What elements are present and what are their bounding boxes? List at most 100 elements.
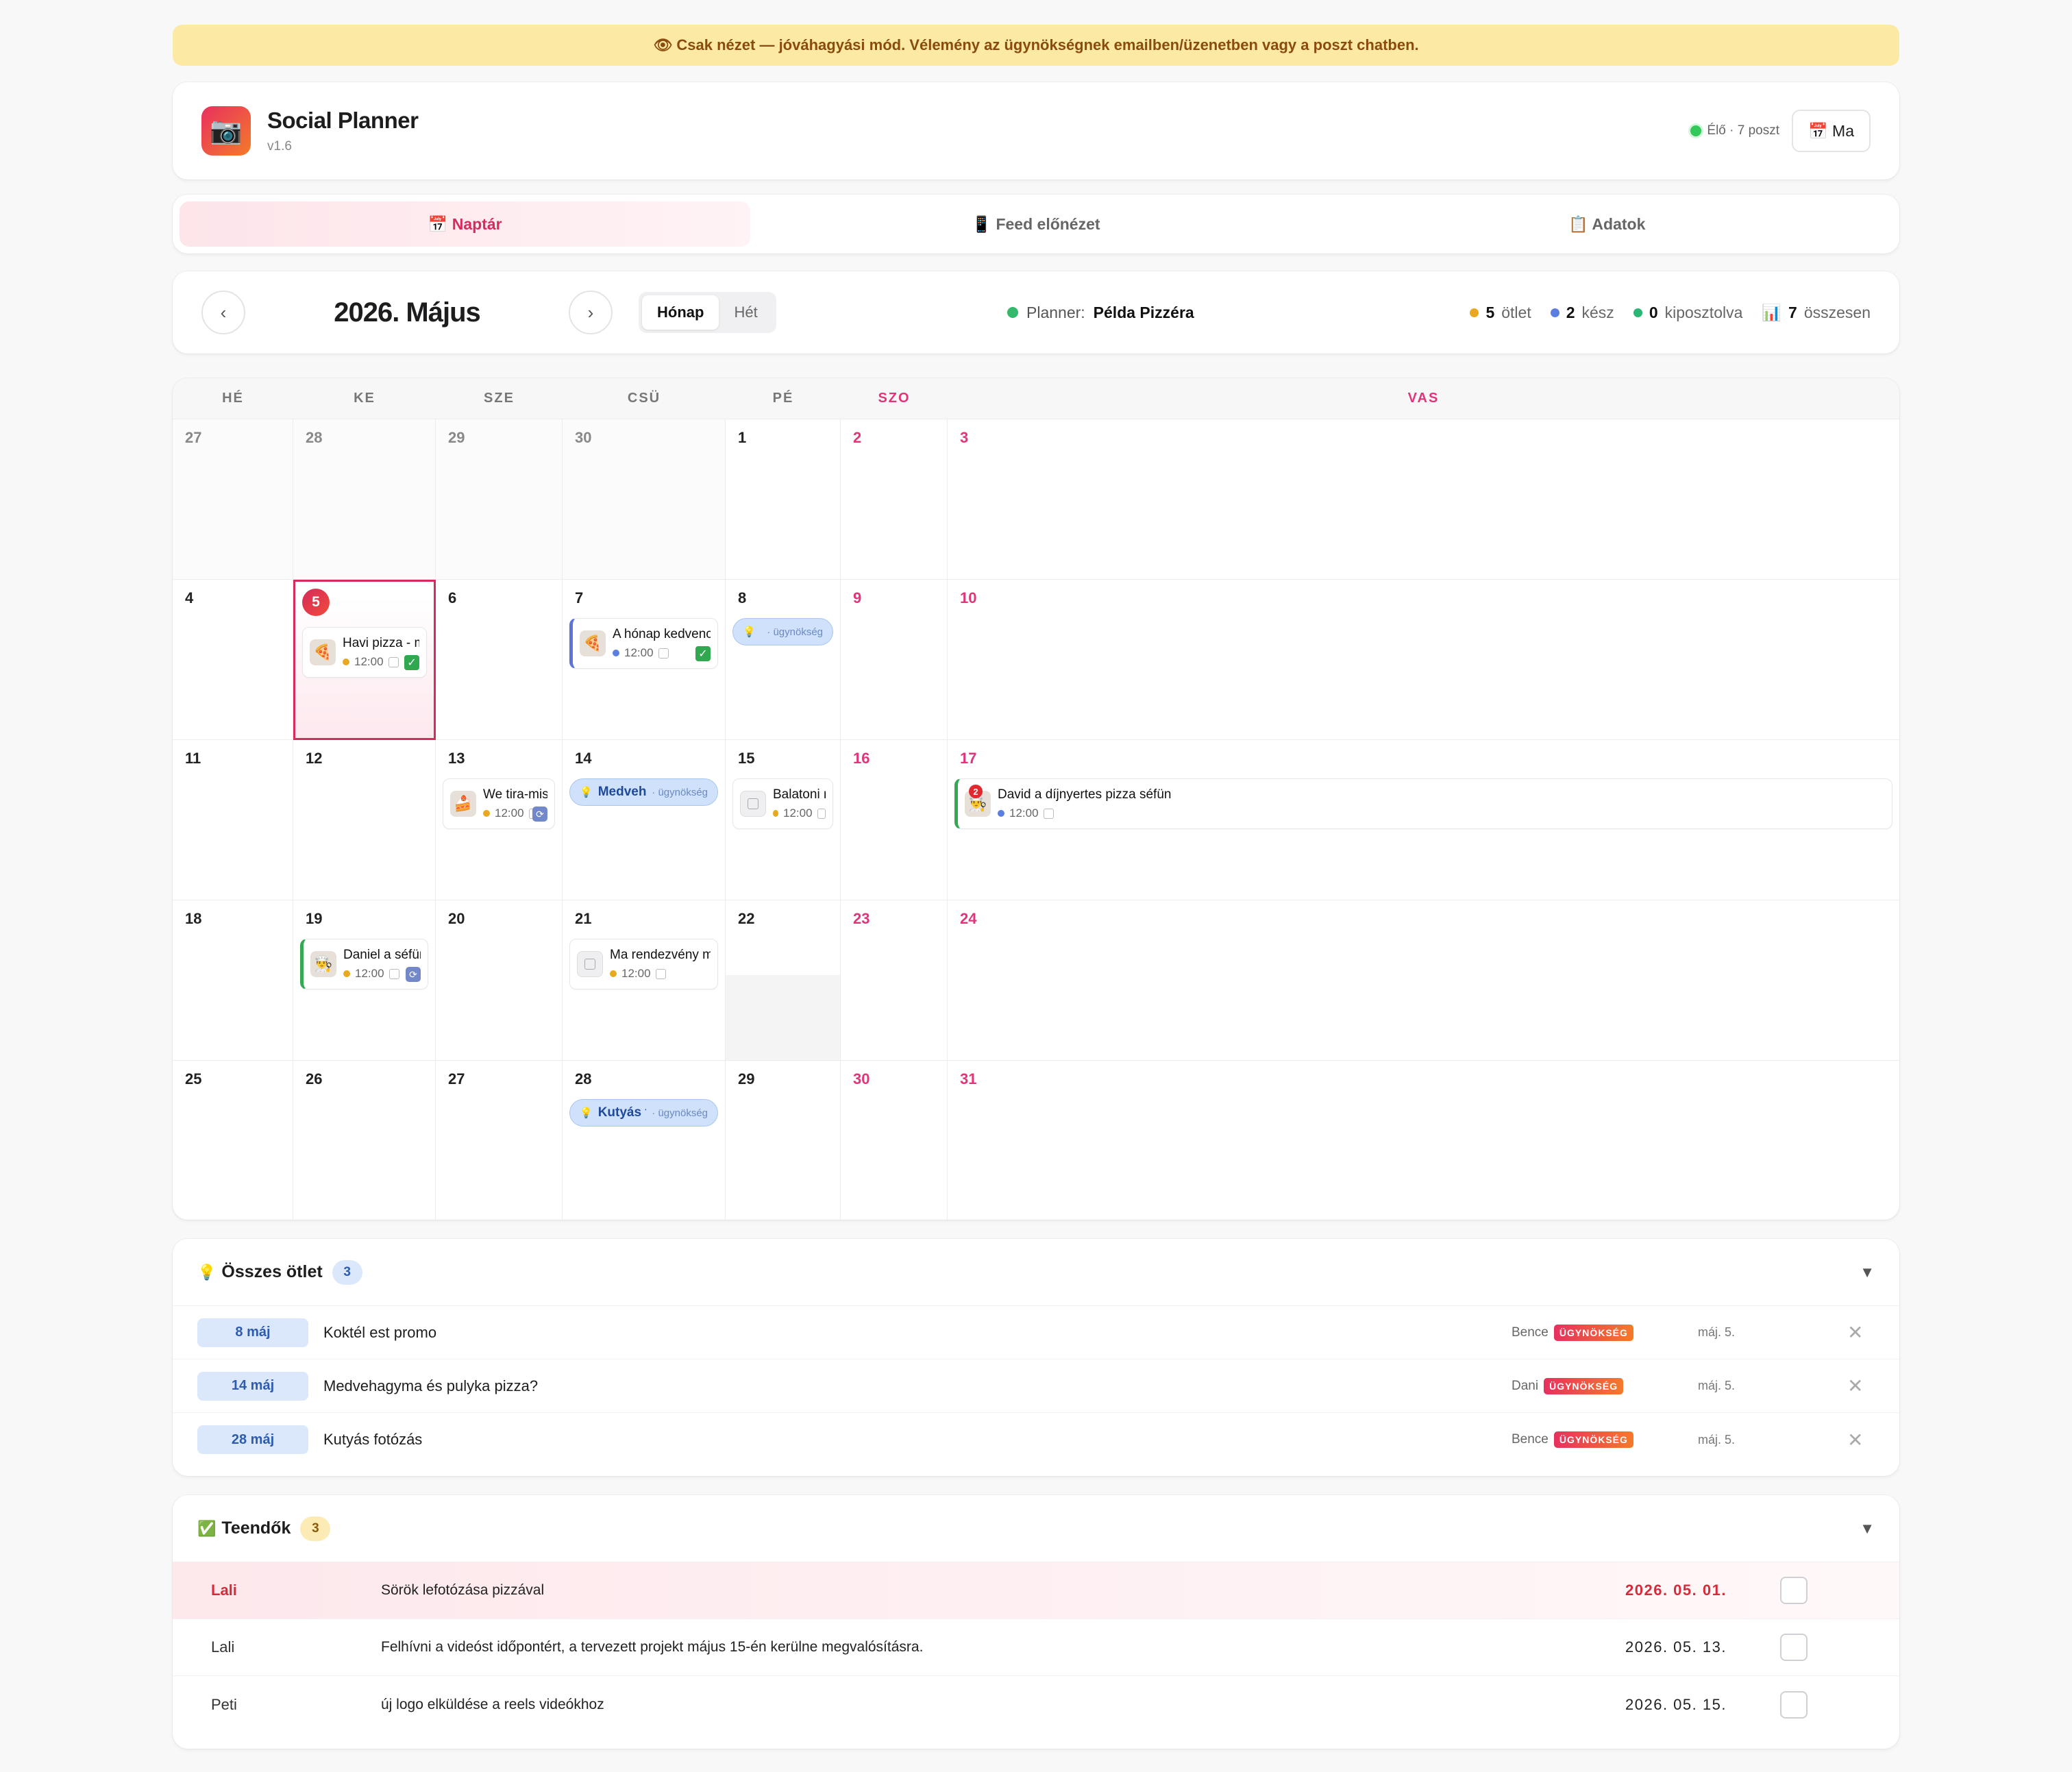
- day-cell[interactable]: 20: [436, 900, 563, 1061]
- idea-created-date: máj. 5.: [1698, 1432, 1736, 1447]
- main-tabs: 📅 Naptár 📱 Feed előnézet 📋 Adatok: [173, 195, 1899, 254]
- format-icon: [817, 808, 826, 819]
- camera-icon: 📷: [201, 106, 251, 156]
- day-cell[interactable]: 30: [841, 1061, 948, 1220]
- day-cell[interactable]: 15 Balatoni nyertes pizza 12:00: [726, 740, 841, 900]
- close-icon[interactable]: ✕: [1847, 1429, 1863, 1451]
- idea-pill[interactable]: 💡 Medvehagyma és pulyka piz... · ügynökség: [569, 778, 718, 806]
- todos-panel-header[interactable]: ✅ Teendők 3 ▼: [173, 1495, 1899, 1562]
- day-cell[interactable]: 2: [841, 419, 948, 580]
- day-cell[interactable]: 24: [948, 900, 1899, 1061]
- close-icon[interactable]: ✕: [1847, 1375, 1863, 1397]
- day-cell[interactable]: 27: [173, 419, 293, 580]
- day-cell[interactable]: 14 💡 Medvehagyma és pulyka piz... · ügynöks…: [563, 740, 726, 900]
- ideas-panel-header[interactable]: 💡 Összes ötlet 3 ▼: [173, 1239, 1899, 1306]
- tab-data[interactable]: 📋 Adatok: [1322, 201, 1892, 247]
- post-card[interactable]: Balatoni nyertes pizza 12:00: [732, 778, 833, 829]
- day-cell[interactable]: 19 👨‍🍳 Daniel a séfünk kedvence a hav 12:00…: [293, 900, 436, 1061]
- day-number: 30: [575, 429, 592, 446]
- day-cell[interactable]: 26: [293, 1061, 436, 1220]
- day-number: 6: [448, 589, 457, 606]
- idea-date: 14 máj: [197, 1371, 308, 1401]
- post-title: Ma rendezvény miatt zárva vagy: [610, 948, 711, 962]
- todos-list: Lali Sörök lefotózása pizzával 2026. 05. 0…: [173, 1562, 1899, 1733]
- post-card[interactable]: 🍕 Havi pizza - május 14-től. 12:00 ✓: [302, 627, 427, 678]
- post-time: 12:00: [495, 807, 524, 820]
- stat-total-label: összesen: [1803, 303, 1871, 321]
- day-number: 1: [738, 429, 747, 446]
- image-placeholder-icon: [584, 959, 595, 970]
- idea-pill[interactable]: 💡 Kutyás fotózás · ügynökség: [569, 1099, 718, 1127]
- post-card[interactable]: 👨‍🍳 2 David a díjnyertes pizza séfün 12:00: [954, 778, 1892, 829]
- day-cell[interactable]: 25: [173, 1061, 293, 1220]
- post-card[interactable]: 👨‍🍳 Daniel a séfünk kedvence a hav 12:00 ⟳: [300, 939, 428, 989]
- day-cell[interactable]: 22: [726, 900, 841, 1061]
- calendar-toolbar: ‹ 2026. Május › Hónap Hét Planner: Példa…: [173, 271, 1899, 354]
- tab-calendar[interactable]: 📅 Naptár: [180, 201, 751, 247]
- day-cell[interactable]: 31: [948, 1061, 1899, 1220]
- agency-badge: ÜGYNÖKSÉG: [1553, 1431, 1633, 1448]
- day-cell[interactable]: 29: [726, 1061, 841, 1220]
- day-cell[interactable]: 16: [841, 740, 948, 900]
- idea-row[interactable]: 14 máj Medvehagyma és pulyka pizza? Dani ÜG…: [173, 1359, 1899, 1413]
- day-cell[interactable]: 11: [173, 740, 293, 900]
- idea-row[interactable]: 28 máj Kutyás fotózás Bence ÜGYNÖKSÉG máj. 5…: [173, 1413, 1899, 1466]
- next-month-button[interactable]: ›: [569, 291, 613, 334]
- idea-agency-tag: · ügynökség: [767, 626, 823, 638]
- weekday-label: KE: [354, 391, 375, 406]
- view-month-button[interactable]: Hónap: [642, 295, 719, 330]
- day-cell[interactable]: 17 👨‍🍳 2 David a díjnyertes pizza séfün 12:0…: [948, 740, 1899, 900]
- todo-checkbox[interactable]: [1780, 1577, 1808, 1604]
- status-dot-icon: [610, 970, 617, 977]
- day-number: 8: [738, 589, 747, 606]
- day-cell[interactable]: 18: [173, 900, 293, 1061]
- today-button[interactable]: 📅 Ma: [1792, 110, 1871, 152]
- todo-due-date: 2026. 05. 01.: [1625, 1582, 1727, 1599]
- day-number: 15: [738, 750, 755, 767]
- status-dot-icon: [773, 810, 779, 817]
- close-icon[interactable]: ✕: [1847, 1321, 1863, 1344]
- day-cell[interactable]: 28 💡 Kutyás fotózás · ügynökség: [563, 1061, 726, 1220]
- day-cell[interactable]: 30: [563, 419, 726, 580]
- day-cell[interactable]: 21 Ma rendezvény miatt zárva vagy 12:00: [563, 900, 726, 1061]
- post-title: David a díjnyertes pizza séfün: [998, 787, 1172, 802]
- day-cell[interactable]: 7 🍕 A hónap kedvence! 12:00 ✓: [563, 580, 726, 740]
- day-cell[interactable]: 28: [293, 419, 436, 580]
- day-cell[interactable]: 9: [841, 580, 948, 740]
- idea-created-date: máj. 5.: [1698, 1325, 1736, 1339]
- day-cell[interactable]: 8 💡 Koktél est pro... · ügynökség: [726, 580, 841, 740]
- idea-row[interactable]: 8 máj Koktél est promo Bence ÜGYNÖKSÉG máj. …: [173, 1306, 1899, 1359]
- tab-feed-preview[interactable]: 📱 Feed előnézet: [750, 201, 1321, 247]
- lightbulb-icon: 💡: [743, 626, 756, 638]
- day-cell[interactable]: 6: [436, 580, 563, 740]
- day-number: 27: [448, 1070, 465, 1087]
- day-cell[interactable]: 13 🍰 We tira-miss-you so much! 12:00 ⟳: [436, 740, 563, 900]
- day-cell[interactable]: 12: [293, 740, 436, 900]
- todo-checkbox[interactable]: [1780, 1634, 1808, 1661]
- prev-month-button[interactable]: ‹: [201, 291, 245, 334]
- ideas-count-badge: 3: [332, 1259, 362, 1285]
- day-cell[interactable]: 3: [948, 419, 1899, 580]
- view-week-button[interactable]: Hét: [719, 295, 772, 330]
- day-cell[interactable]: 5 🍕 Havi pizza - május 14-től. 12:00 ✓: [293, 580, 436, 740]
- stat-posted-label: kiposztolva: [1664, 303, 1743, 321]
- lightbulb-icon: 💡: [580, 787, 593, 798]
- day-cell[interactable]: 4: [173, 580, 293, 740]
- post-card[interactable]: 🍰 We tira-miss-you so much! 12:00 ⟳: [443, 778, 555, 829]
- post-card[interactable]: 🍕 A hónap kedvence! 12:00 ✓: [569, 618, 718, 669]
- chevron-down-icon[interactable]: ▼: [1860, 1264, 1875, 1281]
- day-cell[interactable]: 29: [436, 419, 563, 580]
- post-time: 12:00: [354, 655, 384, 668]
- day-number: 28: [306, 429, 323, 446]
- day-cell[interactable]: 23: [841, 900, 948, 1061]
- repeat-icon: ⟳: [532, 807, 547, 822]
- idea-date: 28 máj: [197, 1425, 308, 1454]
- ideas-dot-icon: [1470, 308, 1479, 317]
- day-cell[interactable]: 27: [436, 1061, 563, 1220]
- chevron-down-icon[interactable]: ▼: [1860, 1520, 1875, 1538]
- idea-pill[interactable]: 💡 Koktél est pro... · ügynökség: [732, 618, 833, 645]
- day-cell[interactable]: 10: [948, 580, 1899, 740]
- day-cell[interactable]: 1: [726, 419, 841, 580]
- post-card[interactable]: Ma rendezvény miatt zárva vagy 12:00: [569, 939, 718, 989]
- todo-checkbox[interactable]: [1780, 1690, 1808, 1719]
